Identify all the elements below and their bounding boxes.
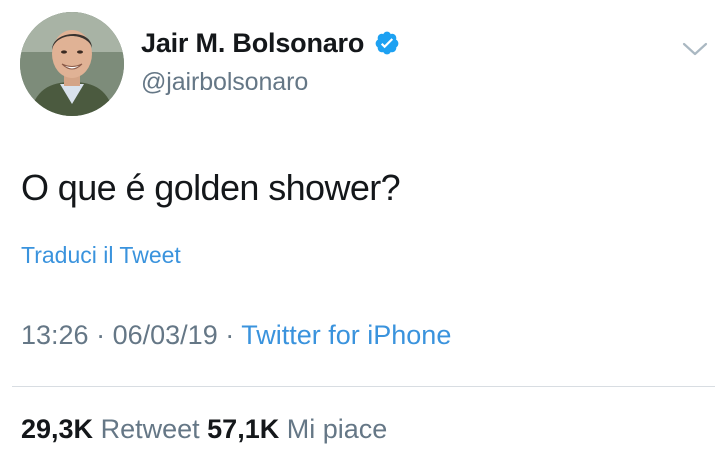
tweet-time: 13:26 (21, 320, 89, 350)
tweet-meta: 13:26 · 06/03/19 · Twitter for iPhone (21, 320, 451, 351)
tweet-stats: 29,3K Retweet 57,1K Mi piace (21, 414, 387, 445)
tweet-text: O que é golden shower? (21, 167, 401, 208)
retweets-count: 29,3K (21, 414, 94, 444)
user-handle[interactable]: @jairbolsonaro (141, 68, 400, 97)
tweet-date[interactable]: 06/03/19 (113, 320, 218, 350)
tweet-source-link[interactable]: Twitter for iPhone (241, 320, 451, 350)
translate-tweet-link[interactable]: Traduci il Tweet (21, 242, 181, 269)
author-block[interactable]: Jair M. Bolsonaro @jairbolsonaro (141, 26, 400, 97)
meta-separator: · (96, 320, 106, 350)
display-name[interactable]: Jair M. Bolsonaro (141, 28, 364, 59)
retweets-stat[interactable]: 29,3K Retweet (21, 414, 207, 444)
avatar[interactable] (20, 12, 124, 116)
name-row: Jair M. Bolsonaro (141, 26, 400, 60)
chevron-down-icon[interactable] (680, 38, 710, 60)
divider (12, 386, 715, 387)
likes-stat[interactable]: 57,1K Mi piace (207, 414, 387, 444)
verified-badge-icon (374, 30, 400, 56)
avatar-photo (20, 12, 124, 116)
likes-label: Mi piace (286, 414, 388, 444)
retweets-label: Retweet (100, 414, 200, 444)
likes-count: 57,1K (207, 414, 280, 444)
meta-separator: · (225, 320, 235, 350)
tweet-card: Jair M. Bolsonaro @jairbolsonaro O que é… (0, 0, 715, 462)
